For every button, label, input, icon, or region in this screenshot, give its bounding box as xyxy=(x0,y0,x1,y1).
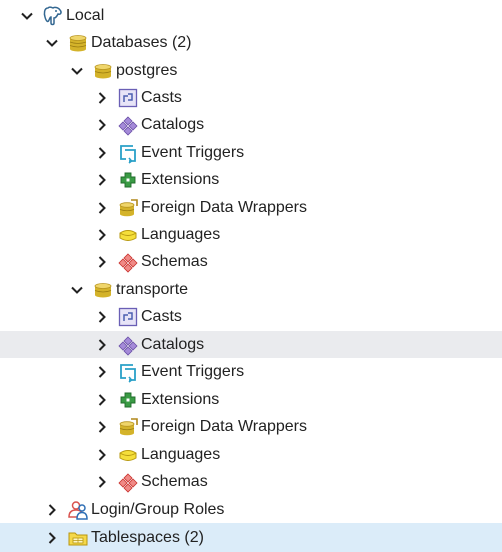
chevron-right-icon[interactable] xyxy=(95,448,109,462)
tree-node-foreign-data-wrappers[interactable]: Foreign Data Wrappers xyxy=(0,194,502,221)
chevron-right-icon[interactable] xyxy=(45,531,59,545)
tree-node-database-postgres[interactable]: postgres xyxy=(0,57,502,84)
chevron-right-icon[interactable] xyxy=(95,146,109,160)
tree-node-label: Tablespaces (2) xyxy=(91,529,204,546)
tree-node-languages[interactable]: Languages xyxy=(0,441,502,468)
tree-node-label: Foreign Data Wrappers xyxy=(141,418,307,435)
tree-node-label: Schemas xyxy=(141,253,208,270)
tree-node-event-triggers[interactable]: Event Triggers xyxy=(0,358,502,385)
chevron-right-icon[interactable] xyxy=(95,91,109,105)
tree-node-catalogs[interactable]: Catalogs xyxy=(0,111,502,138)
tree-node-extensions[interactable]: Extensions xyxy=(0,386,502,413)
languages-icon xyxy=(117,444,139,466)
tree-node-label: Foreign Data Wrappers xyxy=(141,199,307,216)
languages-icon xyxy=(117,224,139,246)
casts-icon xyxy=(117,87,139,109)
chevron-right-icon[interactable] xyxy=(95,228,109,242)
tree-node-languages[interactable]: Languages xyxy=(0,221,502,248)
tree-node-schemas[interactable]: Schemas xyxy=(0,468,502,495)
tree-node-label: Languages xyxy=(141,446,221,463)
chevron-down-icon[interactable] xyxy=(20,9,34,23)
tree-node-label: Local xyxy=(66,7,105,24)
postgres-elephant-icon xyxy=(42,5,64,27)
tree-node-database-transporte[interactable]: transporte xyxy=(0,276,502,303)
chevron-right-icon[interactable] xyxy=(95,173,109,187)
extensions-icon xyxy=(117,389,139,411)
tree-node-label: Login/Group Roles xyxy=(91,501,225,518)
extensions-icon xyxy=(117,169,139,191)
tablespaces-icon xyxy=(67,527,89,549)
chevron-right-icon[interactable] xyxy=(95,393,109,407)
foreign-data-wrappers-icon xyxy=(117,197,139,219)
tree-node-label: Languages xyxy=(141,226,221,243)
databases-icon xyxy=(67,32,89,54)
tree-node-foreign-data-wrappers[interactable]: Foreign Data Wrappers xyxy=(0,413,502,440)
tree-node-event-triggers[interactable]: Event Triggers xyxy=(0,139,502,166)
tree-node-login-group-roles[interactable]: Login/Group Roles xyxy=(0,496,502,523)
schemas-icon xyxy=(117,471,139,493)
chevron-right-icon[interactable] xyxy=(95,310,109,324)
tree-node-label: Databases (2) xyxy=(91,34,192,51)
event-triggers-icon xyxy=(117,361,139,383)
tree-node-label: Event Triggers xyxy=(141,144,245,161)
catalogs-icon xyxy=(117,334,139,356)
tree-node-label: Casts xyxy=(141,308,182,325)
chevron-right-icon[interactable] xyxy=(95,420,109,434)
chevron-right-icon[interactable] xyxy=(95,338,109,352)
schemas-icon xyxy=(117,251,139,273)
chevron-right-icon[interactable] xyxy=(95,255,109,269)
chevron-down-icon[interactable] xyxy=(70,64,84,78)
catalogs-icon xyxy=(117,114,139,136)
tree-node-server-local[interactable]: Local xyxy=(0,2,502,29)
tree-node-label: Catalogs xyxy=(141,336,205,353)
chevron-right-icon[interactable] xyxy=(95,475,109,489)
casts-icon xyxy=(117,306,139,328)
tree-node-casts[interactable]: Casts xyxy=(0,303,502,330)
tree-node-schemas[interactable]: Schemas xyxy=(0,248,502,275)
tree-node-label: Casts xyxy=(141,89,182,106)
tree-node-databases[interactable]: Databases (2) xyxy=(0,29,502,56)
chevron-down-icon[interactable] xyxy=(45,36,59,50)
tree-node-label: Event Triggers xyxy=(141,363,245,380)
event-triggers-icon xyxy=(117,142,139,164)
tree-node-label: Schemas xyxy=(141,473,208,490)
tree-node-label: Catalogs xyxy=(141,116,205,133)
tree-node-label: Extensions xyxy=(141,171,220,188)
tree-node-catalogs[interactable]: Catalogs xyxy=(0,331,502,358)
tree-node-label: transporte xyxy=(116,281,189,298)
object-browser-tree: Local Databases (2) postgres Casts Catal… xyxy=(0,0,502,552)
tree-node-extensions[interactable]: Extensions xyxy=(0,166,502,193)
chevron-down-icon[interactable] xyxy=(70,283,84,297)
tree-node-label: postgres xyxy=(116,62,178,79)
database-icon xyxy=(92,279,114,301)
foreign-data-wrappers-icon xyxy=(117,416,139,438)
chevron-right-icon[interactable] xyxy=(95,118,109,132)
tree-node-casts[interactable]: Casts xyxy=(0,84,502,111)
chevron-right-icon[interactable] xyxy=(95,201,109,215)
database-icon xyxy=(92,60,114,82)
chevron-right-icon[interactable] xyxy=(45,503,59,517)
tree-node-tablespaces[interactable]: Tablespaces (2) xyxy=(0,523,502,552)
login-group-roles-icon xyxy=(67,499,89,521)
chevron-right-icon[interactable] xyxy=(95,365,109,379)
tree-node-label: Extensions xyxy=(141,391,220,408)
